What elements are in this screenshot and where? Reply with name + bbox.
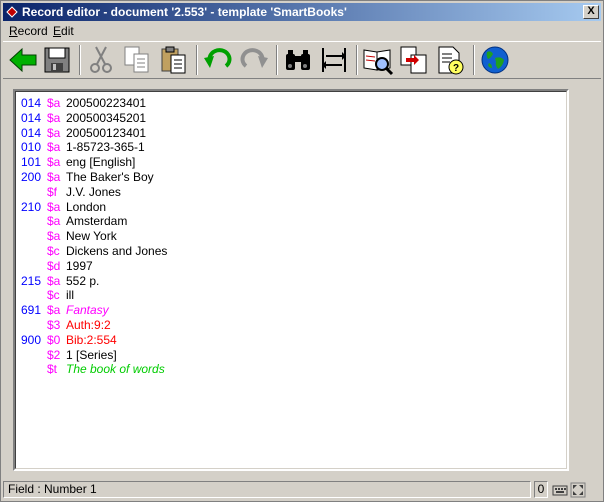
field-value: 1997 <box>66 258 93 273</box>
redo-button[interactable] <box>238 44 270 76</box>
paste-button[interactable] <box>157 44 189 76</box>
menu-record-accel: R <box>9 24 18 38</box>
find-button[interactable] <box>282 44 314 76</box>
subfield-code: $d <box>47 258 61 273</box>
back-button[interactable] <box>7 44 39 76</box>
paste-icon <box>161 46 186 74</box>
subfield-code: $a <box>47 125 61 140</box>
toolbar: ? <box>3 41 601 79</box>
field-value: Auth:9:2 <box>66 318 111 332</box>
field-value: The Baker's Boy <box>66 170 154 184</box>
menu-record-rest: ecord <box>17 24 48 38</box>
cut-icon <box>90 46 112 73</box>
subfield-code: $a <box>47 170 61 184</box>
swap-button[interactable] <box>318 44 350 76</box>
field-tag: 210 <box>21 199 42 214</box>
subfield-code: $c <box>47 288 60 303</box>
document-help-icon: ? <box>438 46 464 75</box>
field-value: London <box>66 199 107 214</box>
field-tag: 900 <box>21 332 42 347</box>
subfield-code: $c <box>47 244 60 258</box>
subfield-code: $2 <box>47 347 61 362</box>
field-value: 200500123401 <box>66 125 147 140</box>
redo-icon <box>240 48 268 68</box>
field-value: New York <box>66 229 117 244</box>
record-lines: 014 $a 200500223401 014 $a 200500345201 014 $a 2… <box>15 91 567 469</box>
field-value: Bib:2:554 <box>66 332 117 347</box>
subfield-code: $a <box>47 199 61 214</box>
field-value: Dickens and Jones <box>66 244 168 258</box>
svg-text:?: ? <box>453 63 459 74</box>
copy-button[interactable] <box>121 44 153 76</box>
field-tag: 014 <box>21 96 42 110</box>
globe-icon <box>481 46 509 74</box>
swap-icon <box>322 48 346 72</box>
menu-record[interactable]: Record <box>9 24 48 38</box>
menu-edit[interactable]: Edit <box>53 24 74 38</box>
field-value: 552 p. <box>66 273 100 288</box>
record-editor-window: Record editor - document '2.553' - templ… <box>0 0 604 502</box>
field-tag: 215 <box>21 273 42 288</box>
window-title: Record editor - document '2.553' - templ… <box>22 5 347 19</box>
field-tag: 200 <box>21 170 42 184</box>
status-field: Field : Number 1 <box>3 481 531 498</box>
subfield-code: $a <box>47 96 61 110</box>
book-search-button[interactable] <box>362 44 394 76</box>
keyboard-icon[interactable] <box>552 482 568 498</box>
title-bar[interactable]: Record editor - document '2.553' - templ… <box>3 3 601 21</box>
subfield-code: $a <box>47 214 61 229</box>
field-tag: 101 <box>21 155 42 170</box>
field-value: Amsterdam <box>66 214 128 229</box>
close-icon: X <box>587 5 595 17</box>
field-value: 1 [Series] <box>66 347 117 362</box>
globe-button[interactable] <box>479 44 511 76</box>
status-bar: Field : Number 1 0 <box>3 480 601 500</box>
save-icon <box>44 47 70 73</box>
close-button[interactable]: X <box>583 5 599 19</box>
subfield-code: $3 <box>47 318 61 332</box>
record-editor-pane[interactable]: 014 $a 200500223401 014 $a 200500345201 014 $a 2… <box>13 89 569 471</box>
field-tag: 014 <box>21 125 42 140</box>
copy-record-icon <box>400 46 427 74</box>
undo-button[interactable] <box>202 44 234 76</box>
subfield-code: $a <box>47 229 61 244</box>
book-search-icon <box>363 49 394 76</box>
field-tag: 010 <box>21 140 42 155</box>
field-value: 1-85723-365-1 <box>66 140 145 155</box>
copy-record-button[interactable] <box>398 44 430 76</box>
subfield-code: $a <box>47 273 61 288</box>
field-tag: 014 <box>21 110 42 125</box>
field-value: 200500345201 <box>66 110 147 125</box>
app-icon <box>6 6 18 18</box>
field-value: eng [English] <box>66 155 136 170</box>
field-value: The book of words <box>66 362 165 377</box>
save-button[interactable] <box>41 44 73 76</box>
field-value: ill <box>66 288 74 303</box>
field-value: 200500223401 <box>66 96 147 110</box>
subfield-code: $0 <box>47 332 61 347</box>
document-help-button[interactable]: ? <box>434 44 466 76</box>
subfield-code: $a <box>47 303 61 318</box>
field-value: Fantasy <box>66 303 109 318</box>
subfield-code: $f <box>47 184 58 199</box>
menu-bar: Record Edit <box>3 22 601 40</box>
subfield-code: $a <box>47 110 61 125</box>
back-arrow-icon <box>9 47 37 73</box>
cut-button[interactable] <box>85 44 117 76</box>
subfield-code: $a <box>47 155 61 170</box>
subfield-code: $t <box>47 362 58 377</box>
menu-edit-accel: E <box>53 24 62 38</box>
menu-edit-rest: dit <box>61 24 74 38</box>
copy-icon <box>124 46 149 73</box>
field-value: J.V. Jones <box>66 184 121 199</box>
resize-icon[interactable] <box>570 482 586 498</box>
subfield-code: $a <box>47 140 61 155</box>
status-count: 0 <box>534 481 548 498</box>
find-icon <box>286 50 310 70</box>
undo-icon <box>204 48 232 68</box>
field-tag: 691 <box>21 303 42 318</box>
